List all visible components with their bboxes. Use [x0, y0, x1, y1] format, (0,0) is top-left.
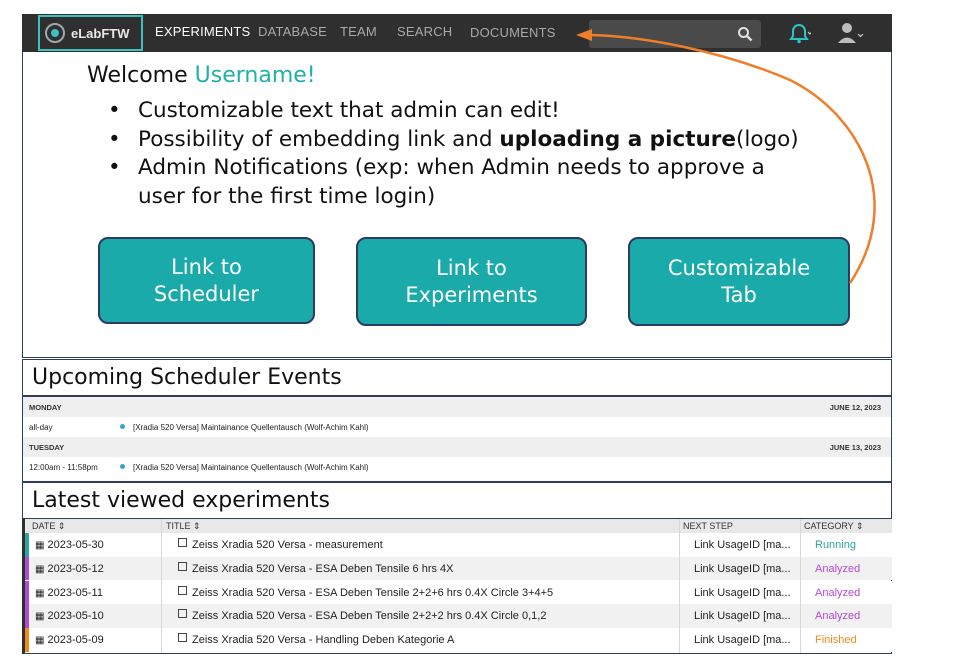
welcome-username: Username! — [194, 63, 316, 88]
top-navbar: eLabFTW EXPERIMENTS DATABASE TEAM SEARCH… — [22, 14, 892, 52]
row-date: ▦ 2023-05-30 — [35, 539, 104, 551]
checkbox-icon[interactable] — [178, 633, 187, 643]
checkbox-icon[interactable] — [178, 585, 187, 595]
table-header: DATE ⇕ TITLE ⇕ NEXT STEP CATEGORY ⇕ — [25, 519, 892, 533]
table-row[interactable]: ▦ 2023-05-12 Zeiss Xradia 520 Versa - ESA… — [25, 556, 892, 581]
day-date: JUNE 12, 2023 — [829, 403, 881, 412]
calendar-icon: ▦ — [35, 587, 45, 599]
category-color-bar — [25, 556, 29, 581]
row-category: Finished — [815, 634, 857, 647]
experiments-section-title: Latest viewed experiments — [22, 482, 892, 519]
day-row: TUESDAY JUNE 13, 2023 — [23, 437, 891, 457]
row-title[interactable]: Zeiss Xradia 520 Versa - Handling Deben … — [178, 633, 454, 646]
category-color-bar — [25, 604, 29, 628]
nav-team[interactable]: TEAM — [340, 24, 377, 39]
user-menu-icon[interactable] — [837, 21, 865, 45]
bullet-text: (logo) — [735, 126, 799, 152]
calendar-icon: ▦ — [35, 611, 45, 623]
checkbox-icon[interactable] — [178, 538, 187, 547]
nav-search[interactable]: SEARCH — [397, 24, 452, 39]
welcome-heading: Welcome Username! — [87, 63, 316, 88]
nav-database[interactable]: DATABASE — [258, 24, 327, 39]
row-title[interactable]: Zeiss Xradia 520 Versa - ESA Deben Tensi… — [178, 561, 454, 575]
tile-label: Link to Scheduler — [153, 254, 260, 306]
column-next-step: NEXT STEP — [683, 521, 733, 531]
checkbox-icon[interactable] — [178, 561, 187, 571]
calendar-icon: ▦ — [35, 563, 45, 575]
customizable-tab-button[interactable]: Customizable Tab — [628, 237, 850, 326]
event-row[interactable]: 12:00am - 11:58pm [Xradia 520 Versa] Mai… — [23, 457, 891, 477]
row-category: Analyzed — [815, 562, 861, 575]
bullet-bold-text: uploading a picture — [499, 126, 736, 152]
row-category: Analyzed — [815, 586, 861, 599]
nav-experiments[interactable]: EXPERIMENTS — [155, 24, 250, 39]
checkbox-icon[interactable] — [178, 609, 187, 619]
nav-documents[interactable]: DOCUMENTS — [470, 25, 556, 40]
day-name: MONDAY — [29, 403, 62, 412]
row-category: Analyzed — [815, 610, 861, 623]
row-date: ▦ 2023-05-12 — [35, 562, 104, 575]
row-date: ▦ 2023-05-11 — [35, 586, 103, 599]
calendar-icon: ▦ — [35, 635, 45, 647]
day-row: MONDAY JUNE 12, 2023 — [23, 397, 891, 417]
event-time: all-day — [29, 423, 53, 432]
day-name: TUESDAY — [29, 443, 65, 452]
welcome-prefix: Welcome — [87, 63, 195, 88]
event-title[interactable]: [Xradia 520 Versa] Maintainance Quellent… — [133, 423, 369, 432]
row-next-step[interactable]: Link UsageID [ma... — [694, 634, 791, 646]
bullet-item: Customizable text that admin can edit! — [108, 97, 808, 126]
column-divider — [800, 519, 801, 653]
scheduler-events: MONDAY JUNE 12, 2023 all-day [Xradia 520… — [22, 396, 892, 482]
table-row[interactable]: ▦ 2023-05-10 Zeiss Xradia 520 Versa - ESA… — [25, 604, 892, 628]
day-date: JUNE 13, 2023 — [829, 443, 881, 452]
event-row[interactable]: all-day [Xradia 520 Versa] Maintainance … — [23, 417, 891, 437]
row-category: Running — [815, 539, 856, 551]
event-title[interactable]: [Xradia 520 Versa] Maintainance Quellent… — [133, 463, 369, 472]
admin-text-list: Customizable text that admin can edit! P… — [108, 97, 808, 211]
event-dot-icon — [120, 464, 125, 469]
bullet-item: Possibility of embedding link and upload… — [108, 126, 808, 155]
link-to-scheduler-button[interactable]: Link to Scheduler — [98, 237, 315, 324]
row-date: ▦ 2023-05-10 — [35, 610, 104, 623]
row-next-step[interactable]: Link UsageID [ma... — [694, 587, 791, 599]
bullet-text: Customizable text that admin can edit! — [138, 98, 560, 123]
column-date[interactable]: DATE ⇕ — [32, 521, 65, 532]
category-color-bar — [25, 580, 29, 605]
calendar-icon: ▦ — [35, 540, 45, 551]
bullet-item: Admin Notifications (exp: when Admin nee… — [108, 154, 808, 211]
row-title[interactable]: Zeiss Xradia 520 Versa - measurement — [178, 538, 383, 551]
experiments-table: DATE ⇕ TITLE ⇕ NEXT STEP CATEGORY ⇕ ▦ 20… — [22, 518, 892, 654]
tile-label: Customizable Tab — [667, 255, 811, 307]
column-divider — [161, 519, 162, 653]
category-color-bar — [25, 533, 29, 557]
link-to-experiments-button[interactable]: Link to Experiments — [356, 237, 587, 326]
tile-label: Link to Experiments — [405, 255, 538, 307]
search-input[interactable] — [589, 20, 761, 48]
column-category[interactable]: CATEGORY ⇕ — [804, 521, 864, 532]
logo-icon — [45, 23, 65, 43]
event-dot-icon — [120, 424, 125, 429]
row-next-step[interactable]: Link UsageID [ma... — [694, 563, 791, 575]
row-title[interactable]: Zeiss Xradia 520 Versa - ESA Deben Tensi… — [178, 609, 546, 622]
category-color-bar — [25, 628, 29, 652]
app-logo[interactable]: eLabFTW — [38, 15, 143, 51]
row-next-step[interactable]: Link UsageID [ma... — [694, 539, 791, 551]
row-date: ▦ 2023-05-09 — [35, 634, 104, 647]
column-divider — [679, 519, 680, 653]
row-next-step[interactable]: Link UsageID [ma... — [694, 610, 791, 622]
notifications-bell-icon[interactable] — [787, 21, 811, 45]
table-row[interactable]: ▦ 2023-05-11 Zeiss Xradia 520 Versa - ESA… — [25, 580, 892, 605]
bullet-text: Admin Notifications (exp: when Admin nee… — [138, 155, 765, 209]
bullet-text: Possibility of embedding link and — [138, 126, 500, 152]
event-time: 12:00am - 11:58pm — [29, 463, 98, 472]
table-row[interactable]: ▦ 2023-05-09 Zeiss Xradia 520 Versa - Han… — [25, 628, 892, 652]
column-title[interactable]: TITLE ⇕ — [166, 521, 201, 532]
logo-text: eLabFTW — [71, 25, 130, 41]
scheduler-section-title: Upcoming Scheduler Events — [22, 359, 892, 396]
table-row[interactable]: ▦ 2023-05-30 Zeiss Xradia 520 Versa - mea… — [25, 533, 892, 557]
search-icon[interactable] — [737, 26, 753, 42]
row-title[interactable]: Zeiss Xradia 520 Versa - ESA Deben Tensi… — [178, 585, 553, 599]
